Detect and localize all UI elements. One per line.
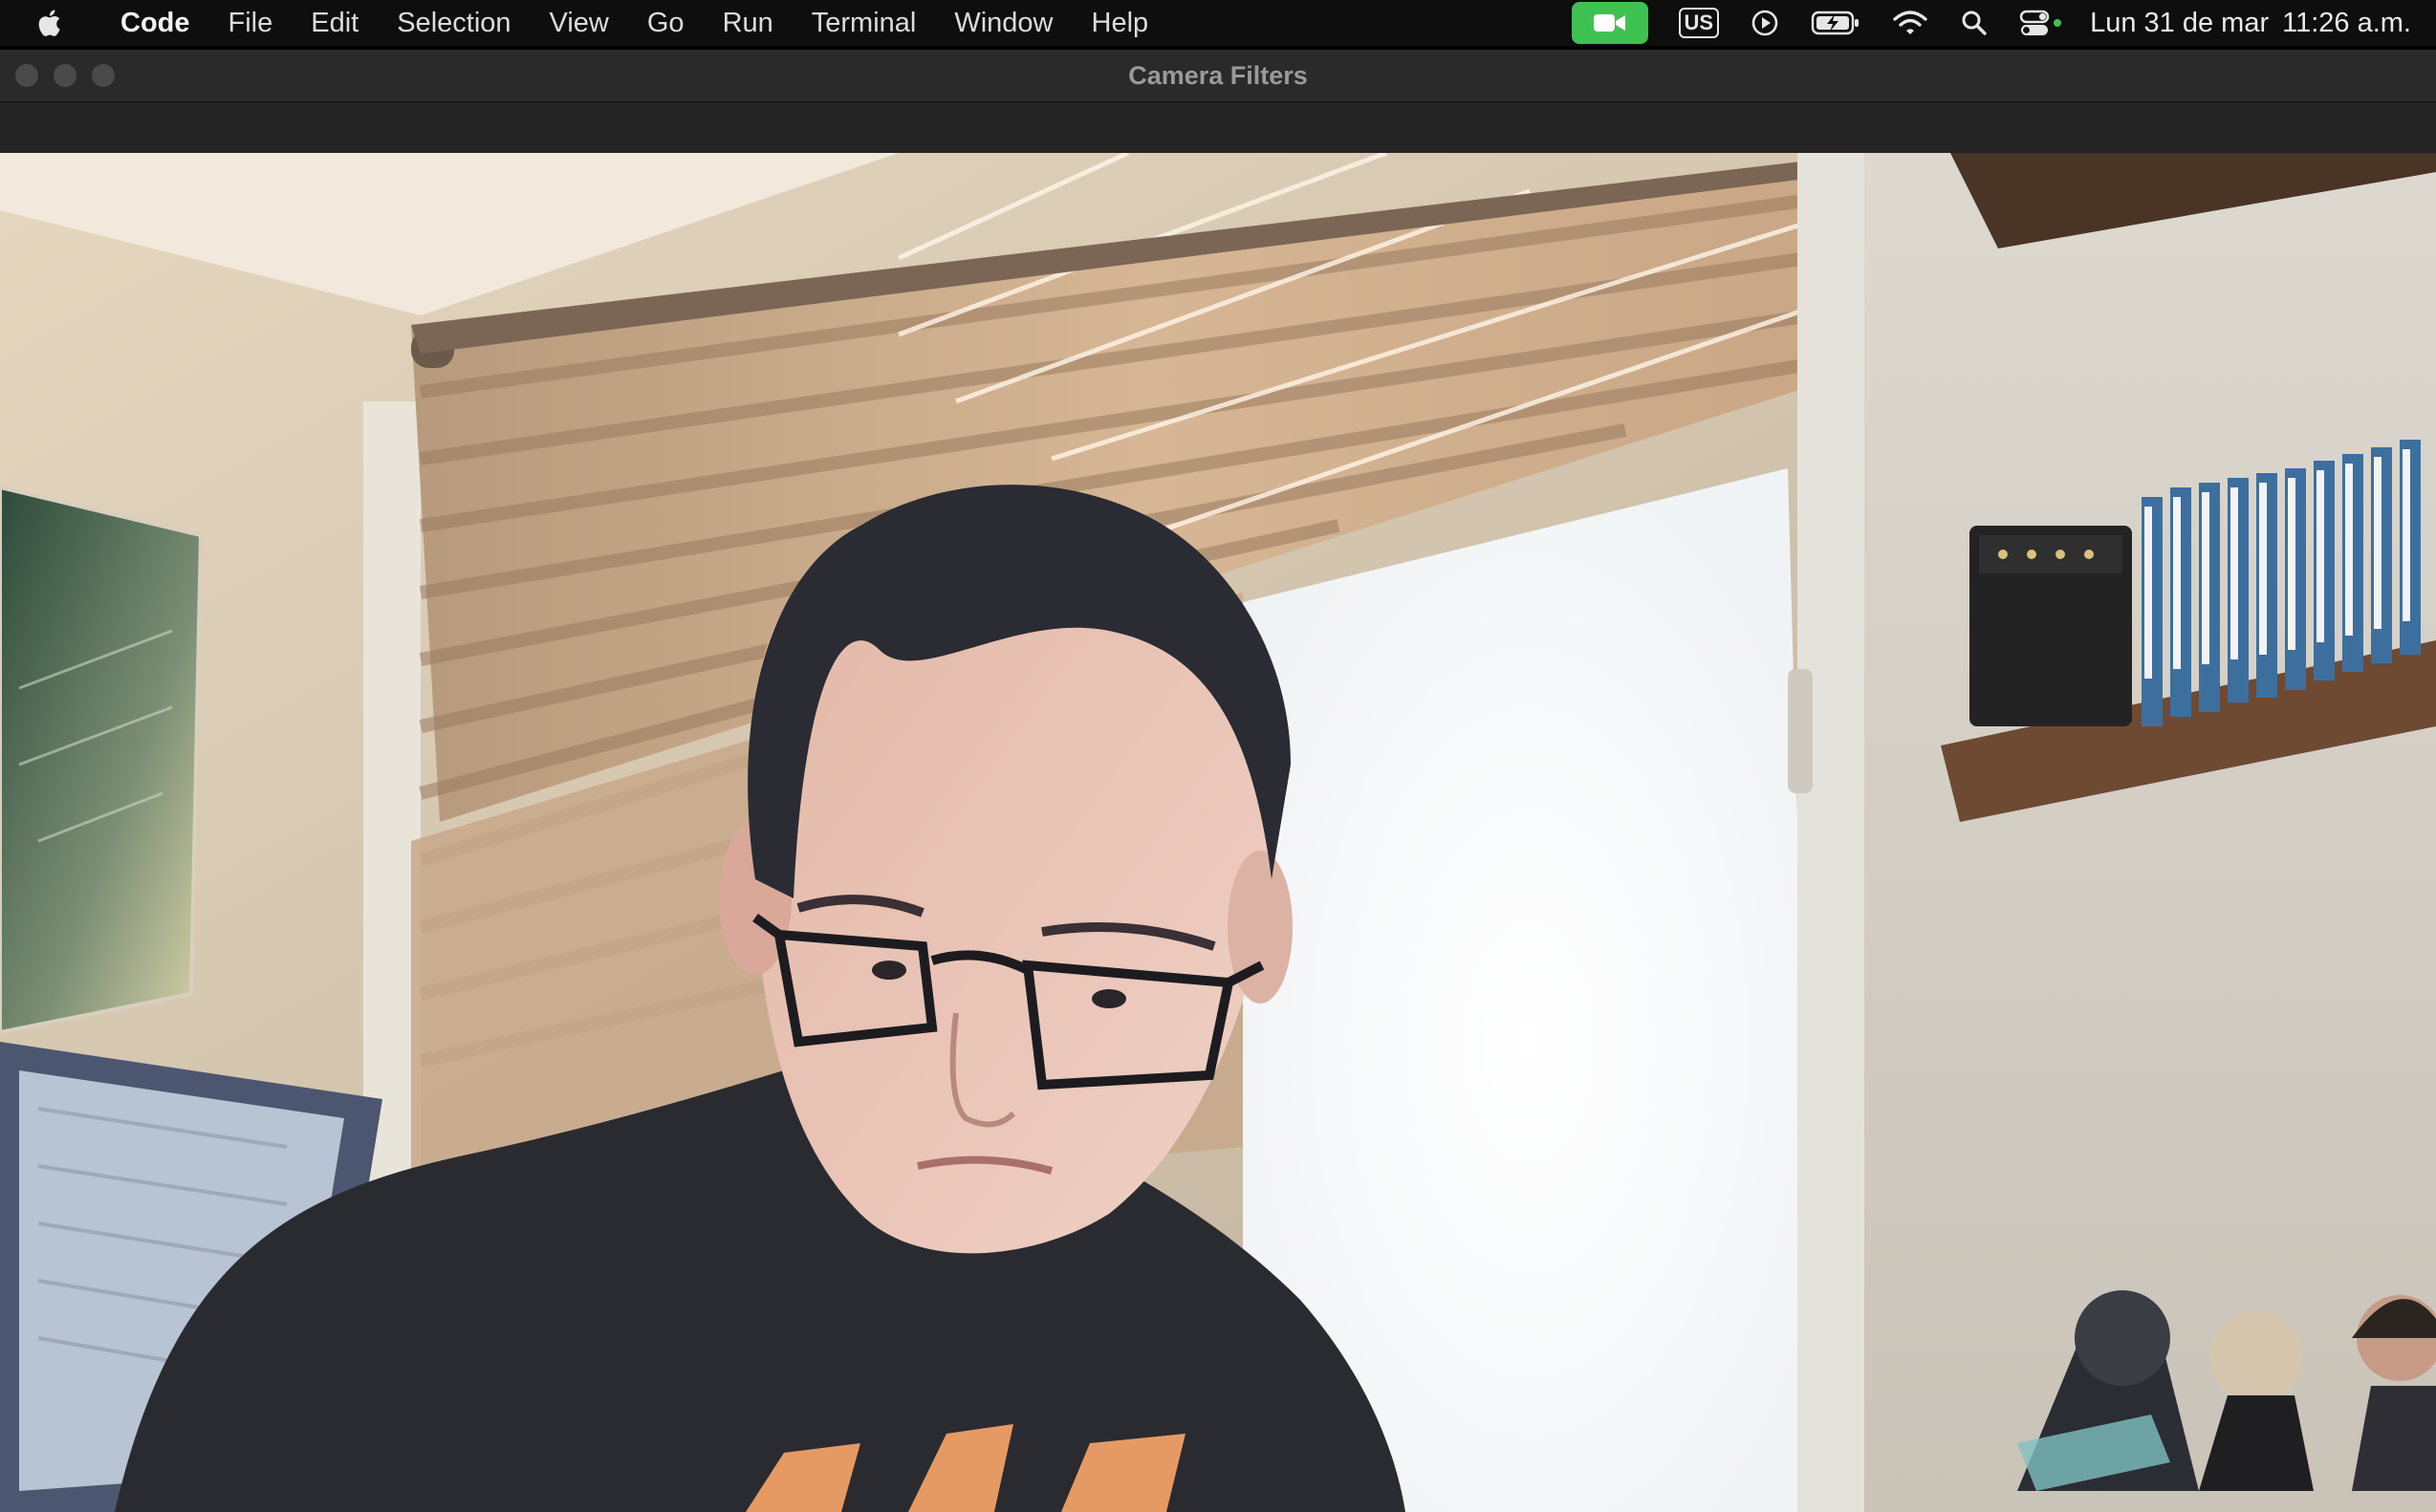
menu-help[interactable]: Help	[1073, 8, 1168, 39]
menu-selection[interactable]: Selection	[378, 8, 530, 39]
menu-bar: Code File Edit Selection View Go Run Ter…	[0, 0, 2436, 46]
keyboard-layout-icon[interactable]: US	[1678, 8, 1720, 38]
keyboard-layout-label: US	[1678, 8, 1720, 38]
window-toolbar	[0, 102, 2436, 153]
menu-run[interactable]: Run	[704, 8, 793, 39]
menu-file[interactable]: File	[209, 8, 293, 39]
battery-charging-icon[interactable]	[1811, 10, 1860, 36]
menubar-time: 11:26 a.m.	[2282, 7, 2411, 38]
menubar-clock[interactable]: Lun 31 de mar 11:26 a.m.	[2090, 8, 2411, 39]
camera-frame-illustration	[0, 153, 2436, 1512]
control-center-icon[interactable]	[2019, 9, 2063, 37]
app-menu-code[interactable]: Code	[101, 8, 209, 39]
menu-terminal[interactable]: Terminal	[793, 8, 936, 39]
menu-go[interactable]: Go	[628, 8, 704, 39]
camera-filters-window: Camera Filters	[0, 50, 2436, 1512]
spotlight-search-icon[interactable]	[1960, 9, 1989, 37]
camera-preview	[0, 153, 2436, 1512]
camera-in-use-icon[interactable]	[1571, 2, 1648, 44]
menubar-date: Lun 31 de mar	[2090, 7, 2270, 38]
wifi-icon[interactable]	[1891, 9, 1929, 37]
play-circle-icon[interactable]	[1750, 8, 1780, 38]
menu-edit[interactable]: Edit	[292, 8, 378, 39]
menu-window[interactable]: Window	[935, 8, 1072, 39]
menu-view[interactable]: View	[531, 8, 628, 39]
window-title: Camera Filters	[1128, 61, 1308, 90]
window-titlebar[interactable]: Camera Filters	[0, 50, 2436, 102]
apple-icon[interactable]	[34, 7, 67, 39]
